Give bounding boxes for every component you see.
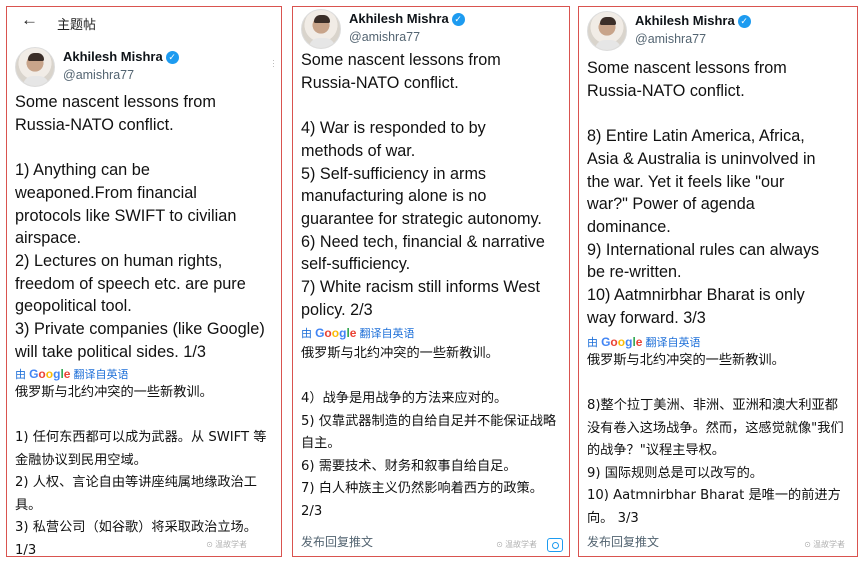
author-name[interactable]: Akhilesh Mishra ✓ (349, 11, 465, 26)
camera-icon[interactable] (547, 538, 563, 552)
translated-text: 俄罗斯与北约冲突的一些新教训。 8)整个拉丁美洲、非洲、亚洲和澳大利亚都 没有卷… (587, 353, 844, 526)
tweet-panel-1: ← 主题帖 ··· Akhilesh Mishra ✓ @amishra77 So… (6, 6, 282, 557)
verified-badge-icon: ✓ (451, 13, 465, 26)
author-block[interactable]: Akhilesh Mishra ✓ @amishra77 (301, 9, 561, 53)
watermark: ⊙ 温故学者 (804, 540, 845, 549)
translate-link[interactable]: 由 Google 翻译自英语 (587, 334, 701, 350)
translated-text: 俄罗斯与北约冲突的一些新教训。 1) 任何东西都可以成为武器。从 SWIFT 等… (15, 385, 267, 557)
translate-link[interactable]: 由 Google 翻译自英语 (301, 325, 415, 341)
author-block[interactable]: Akhilesh Mishra ✓ @amishra77 (15, 47, 275, 91)
google-logo-icon: Google (601, 335, 643, 349)
reply-input[interactable]: 发布回复推文 (587, 533, 659, 550)
tweet-body: Some nascent lessons from Russia-NATO co… (15, 93, 265, 361)
verified-badge-icon: ✓ (737, 15, 751, 28)
google-logo-icon: Google (29, 367, 71, 381)
translate-link[interactable]: 由 Google 翻译自英语 (15, 366, 129, 382)
google-logo-icon: Google (315, 326, 357, 340)
thread-header: ← 主题帖 (7, 7, 281, 37)
reply-input[interactable]: 发布回复推文 (301, 533, 373, 550)
tweet-panel-2: Akhilesh Mishra ✓ @amishra77 Some nascent… (292, 6, 570, 557)
back-arrow-icon[interactable]: ← (21, 10, 38, 30)
avatar[interactable] (15, 47, 55, 87)
avatar[interactable] (587, 11, 627, 51)
author-name[interactable]: Akhilesh Mishra ✓ (635, 13, 751, 28)
author-handle[interactable]: @amishra77 (63, 68, 134, 82)
author-block[interactable]: Akhilesh Mishra ✓ @amishra77 (587, 11, 847, 55)
tweet-panel-3: Akhilesh Mishra ✓ @amishra77 Some nascent… (578, 6, 858, 557)
author-name[interactable]: Akhilesh Mishra ✓ (63, 49, 179, 64)
author-handle[interactable]: @amishra77 (349, 30, 420, 44)
verified-badge-icon: ✓ (165, 51, 179, 64)
author-handle[interactable]: @amishra77 (635, 32, 706, 46)
tweet-body: Some nascent lessons from Russia-NATO co… (587, 59, 820, 327)
translated-text: 俄罗斯与北约冲突的一些新教训。 4）战争是用战争的方法来应对的。 5) 仅靠武器… (301, 346, 557, 519)
header-title: 主题帖 (57, 17, 97, 32)
watermark: ⊙ 温故学者 (206, 540, 247, 549)
tweet-body: Some nascent lessons from Russia-NATO co… (301, 51, 545, 319)
watermark: ⊙ 温故学者 (496, 540, 537, 549)
avatar[interactable] (301, 9, 341, 49)
